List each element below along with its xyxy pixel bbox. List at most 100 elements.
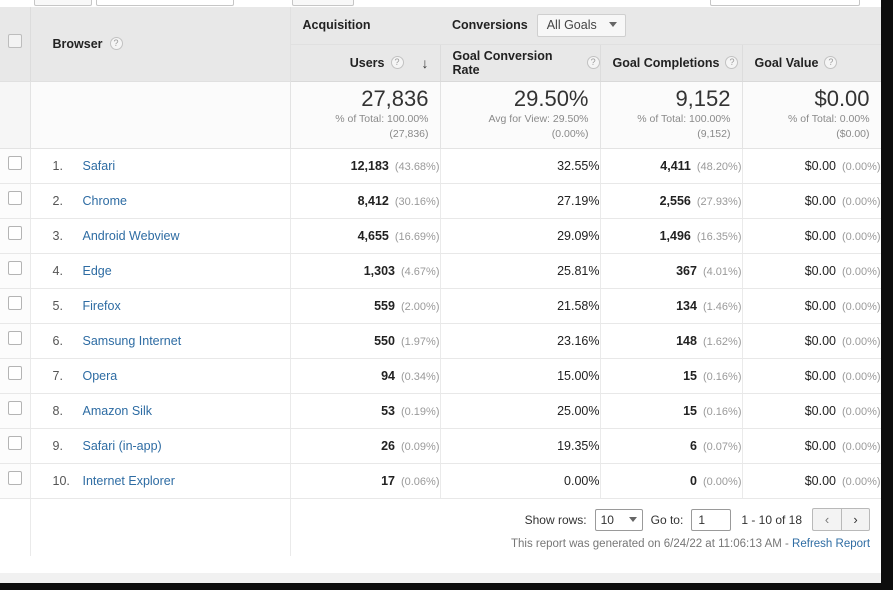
row-checkbox[interactable] xyxy=(7,436,22,450)
row-index: 7. xyxy=(52,368,63,383)
browser-link[interactable]: Amazon Silk xyxy=(83,404,152,418)
browser-link[interactable]: Android Webview xyxy=(83,229,180,243)
users-column-header[interactable]: Users ? ↓ xyxy=(290,44,441,82)
help-icon[interactable]: ? xyxy=(109,37,123,51)
row-index: 8. xyxy=(52,403,63,418)
row-checkbox[interactable] xyxy=(7,191,22,205)
row-gc-percent: (1.62%) xyxy=(702,335,742,348)
goal-completions-column-header[interactable]: Goal Completions ? xyxy=(600,44,743,82)
row-gc-percent: (1.46%) xyxy=(702,300,742,313)
help-icon[interactable]: ? xyxy=(390,56,404,69)
generated-text: This report was generated on 6/24/22 at … xyxy=(510,538,793,551)
row-users-percent: (43.68%) xyxy=(394,160,440,173)
row-users-cell: 53 (0.19%) xyxy=(290,393,441,429)
row-gcr-cell: 29.09% xyxy=(440,218,601,254)
toolbar-button-stub-2[interactable] xyxy=(292,0,354,6)
summary-dimension-cell xyxy=(30,81,291,149)
browser-link[interactable]: Opera xyxy=(83,369,118,383)
row-gv-percent: (0.00%) xyxy=(842,195,881,208)
browser-link[interactable]: Chrome xyxy=(83,194,127,208)
row-gv-percent: (0.00%) xyxy=(842,265,881,278)
row-index: 9. xyxy=(52,438,63,453)
toolbar-input-stub-1[interactable] xyxy=(96,0,234,6)
row-gcr-value: 25.00% xyxy=(557,403,600,418)
row-dimension-cell: 2. Chrome xyxy=(30,183,291,219)
browser-link[interactable]: Samsung Internet xyxy=(83,334,182,348)
ga-browser-report: Browser ? Acquisition Conversions All Go… xyxy=(0,0,893,590)
help-icon[interactable]: ? xyxy=(824,56,838,69)
table-row: 6. Samsung Internet 550 (1.97%) 23.16% 148 (1.… xyxy=(0,323,882,359)
toolbar-button-stub-1[interactable] xyxy=(34,0,92,6)
goal-value-column-header[interactable]: Goal Value ? xyxy=(742,44,882,82)
row-index: 2. xyxy=(52,193,63,208)
viewport-right-gutter xyxy=(881,0,893,590)
row-dimension-cell: 9. Safari (in-app) xyxy=(30,428,291,464)
row-gv-cell: $0.00 (0.00%) xyxy=(742,183,882,219)
table-row: 5. Firefox 559 (2.00%) 21.58% 134 (1.46%) $0.00… xyxy=(0,288,882,324)
row-select-cell[interactable] xyxy=(0,393,31,429)
page-nav-buttons: ‹ › xyxy=(812,508,871,532)
row-select-cell[interactable] xyxy=(0,463,31,499)
row-gv-value: $0.00 xyxy=(804,263,836,278)
row-users-cell: 559 (2.00%) xyxy=(290,288,441,324)
summary-gcr-cell: 29.50% Avg for View: 29.50% (0.00%) xyxy=(440,81,601,149)
row-gc-percent: (16.35%) xyxy=(696,230,742,243)
table-row: 3. Android Webview 4,655 (16.69%) 29.09% 1,49… xyxy=(0,218,882,254)
next-page-button[interactable]: › xyxy=(841,508,871,532)
toolbar-search-stub[interactable] xyxy=(710,0,860,6)
help-icon[interactable]: ? xyxy=(586,56,600,69)
row-select-cell[interactable] xyxy=(0,323,31,359)
row-select-cell[interactable] xyxy=(0,183,31,219)
row-select-cell[interactable] xyxy=(0,148,31,184)
help-icon[interactable]: ? xyxy=(725,56,739,69)
row-gcr-cell: 23.16% xyxy=(440,323,601,359)
table-row: 7. Opera 94 (0.34%) 15.00% 15 (0.16%) $0.00 (0.0… xyxy=(0,358,882,394)
row-gv-cell: $0.00 (0.00%) xyxy=(742,428,882,464)
goto-page-input[interactable]: 1 xyxy=(691,508,732,531)
previous-page-button[interactable]: ‹ xyxy=(812,508,842,532)
row-gc-percent: (0.00%) xyxy=(702,475,742,488)
row-users-value: 53 xyxy=(381,403,395,418)
summary-users-value: 27,836 xyxy=(361,86,429,112)
row-checkbox[interactable] xyxy=(7,156,22,170)
row-users-value: 17 xyxy=(381,473,395,488)
browser-link[interactable]: Safari (in-app) xyxy=(83,439,162,453)
row-select-cell[interactable] xyxy=(0,253,31,289)
row-checkbox[interactable] xyxy=(7,366,22,380)
footer-spacer-dim xyxy=(30,498,291,556)
row-checkbox[interactable] xyxy=(7,261,22,275)
refresh-report-link[interactable]: Refresh Report xyxy=(792,538,870,550)
select-all-cell[interactable] xyxy=(0,7,31,82)
row-select-cell[interactable] xyxy=(0,288,31,324)
row-index: 4. xyxy=(52,263,63,278)
select-all-checkbox[interactable] xyxy=(7,34,22,49)
all-goals-dropdown[interactable]: All Goals xyxy=(536,13,626,37)
row-users-cell: 26 (0.09%) xyxy=(290,428,441,464)
row-gc-cell: 367 (4.01%) xyxy=(600,253,743,289)
row-gv-percent: (0.00%) xyxy=(842,475,881,488)
browser-link[interactable]: Edge xyxy=(83,264,112,278)
row-checkbox[interactable] xyxy=(7,296,22,310)
browser-link[interactable]: Safari xyxy=(83,159,116,173)
footer-spacer-check xyxy=(0,498,31,556)
row-gv-value: $0.00 xyxy=(804,368,836,383)
summary-gc-sub1: % of Total: 100.00% xyxy=(637,112,731,125)
row-gv-value: $0.00 xyxy=(804,473,836,488)
row-select-cell[interactable] xyxy=(0,218,31,254)
row-checkbox[interactable] xyxy=(7,331,22,345)
sort-descending-icon[interactable]: ↓ xyxy=(422,56,429,70)
summary-gv-value: $0.00 xyxy=(814,86,870,112)
browser-link[interactable]: Firefox xyxy=(83,299,121,313)
dimension-header-cell[interactable]: Browser ? xyxy=(30,7,291,82)
row-select-cell[interactable] xyxy=(0,358,31,394)
browser-link[interactable]: Internet Explorer xyxy=(83,474,175,488)
row-checkbox[interactable] xyxy=(7,401,22,415)
row-checkbox[interactable] xyxy=(7,471,22,485)
row-checkbox[interactable] xyxy=(7,226,22,240)
summary-gc-sub2: (9,152) xyxy=(697,127,731,140)
rows-per-page-select[interactable]: 10 xyxy=(594,508,643,531)
goal-conversion-rate-column-header[interactable]: Goal Conversion Rate ? xyxy=(440,44,601,82)
row-select-cell[interactable] xyxy=(0,428,31,464)
row-dimension-cell: 5. Firefox xyxy=(30,288,291,324)
all-goals-value: All Goals xyxy=(546,17,597,32)
